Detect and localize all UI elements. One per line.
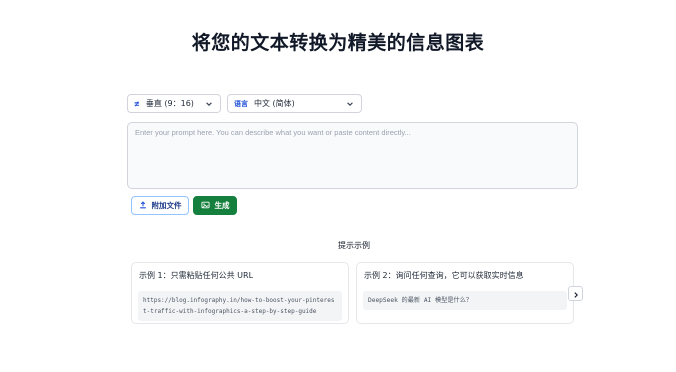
example-card-body: https://blog.infography.in/how-to-boost-…: [138, 291, 342, 321]
chevron-down-icon: [204, 99, 214, 109]
generate-label: 生成: [214, 201, 230, 210]
orientation-value: 垂直 (9：16): [145, 99, 194, 108]
example-card-1[interactable]: 示例 1：只需粘贴任何公共 URL https://blog.infograph…: [131, 262, 349, 324]
examples-heading: 提示示例: [338, 241, 370, 250]
example-card-2[interactable]: 示例 2：询问任何查询，它可以获取实时信息 DeepSeek 的最新 AI 模型…: [356, 262, 574, 324]
example-card-title: 示例 2：询问任何查询，它可以获取实时信息: [364, 271, 524, 280]
generate-button[interactable]: 生成: [193, 196, 237, 215]
language-select[interactable]: 语言 中文 (简体): [227, 94, 362, 113]
layout-icon: ≢: [134, 99, 140, 108]
chevron-right-icon: [572, 284, 580, 303]
example-card-body: DeepSeek 的最新 AI 模型是什么？: [363, 291, 567, 310]
orientation-select[interactable]: ≢ 垂直 (9：16): [127, 94, 221, 113]
page-title: 将您的文本转换为精美的信息图表: [191, 32, 485, 54]
upload-icon: [139, 200, 147, 211]
attach-file-label: 附加文件: [151, 201, 182, 210]
attach-file-button[interactable]: 附加文件: [131, 196, 189, 215]
prompt-input[interactable]: Enter your prompt here. You can describe…: [127, 122, 578, 189]
image-icon: [200, 201, 210, 211]
next-examples-button[interactable]: [568, 286, 583, 301]
chevron-down-icon: [345, 99, 355, 109]
language-tag: 语言: [234, 99, 248, 108]
example-card-title: 示例 1：只需粘贴任何公共 URL: [139, 271, 254, 280]
language-value: 中文 (简体): [254, 99, 295, 108]
prompt-placeholder: Enter your prompt here. You can describe…: [135, 128, 411, 137]
